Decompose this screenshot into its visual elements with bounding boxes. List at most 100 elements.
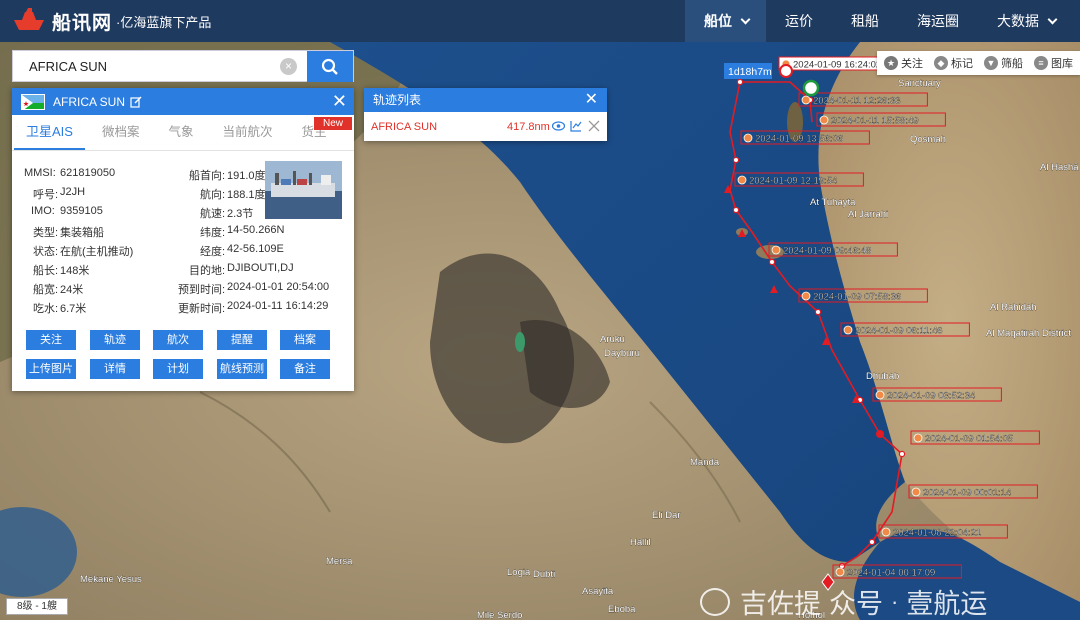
route-forecast-button[interactable]: 航线预测: [217, 359, 267, 379]
tab-satellite-ais[interactable]: 卫星AIS: [14, 115, 85, 150]
detail-key: 吃水:: [33, 303, 59, 315]
close-icon[interactable]: ✕: [332, 92, 347, 110]
timestamp-text: 2024-01-09 16:24:02: [793, 60, 881, 71]
timestamp-text: 2024-01-11 15:58:49: [831, 116, 919, 127]
detail-status: 状态: 在航(主机推动): [33, 243, 133, 259]
track-timestamp-label: 2024-01-09 00:01:14: [908, 484, 1038, 499]
detail-value: DJIBOUTI,DJ: [227, 262, 294, 274]
tool-filter[interactable]: ▼ 筛船: [984, 55, 1023, 71]
detail-value: 621819050: [60, 167, 116, 179]
ship-details: MMSI: 621819050 呼号: J2JH IMO: 9359105 类型: 集装…: [12, 151, 354, 323]
search-button[interactable]: [307, 51, 353, 82]
upload-photo-button[interactable]: 上传图片: [26, 359, 76, 379]
track-point: [732, 156, 740, 164]
site-logo[interactable]: 船讯网 ·亿海蓝旗下产品: [0, 0, 211, 42]
edit-icon[interactable]: [130, 96, 142, 108]
watermark-text: 壹航运: [906, 589, 988, 619]
tool-mark[interactable]: ◆ 标记: [934, 55, 973, 71]
watermark-separator: ·: [891, 588, 899, 614]
timestamp-text: 2024-01-09 00:01:14: [923, 488, 1011, 499]
voyage-button[interactable]: 航次: [153, 330, 203, 350]
ship-tabs: 卫星AIS 微档案 气象 当前航次 货主 New: [12, 115, 354, 151]
timestamp-text: 2024-01-09 06:11:46: [855, 326, 943, 337]
nav-label: 大数据: [997, 13, 1039, 29]
detail-imo: IMO: 9359105: [31, 205, 103, 217]
start-flag-icon: [802, 79, 820, 97]
duration-text: 1d18h7m: [728, 66, 772, 78]
search-input[interactable]: [13, 51, 280, 81]
timestamp-icon: [843, 325, 853, 335]
ship-name: AFRICA SUN: [53, 94, 126, 109]
eye-icon[interactable]: [552, 121, 565, 131]
detail-value: 6.7米: [60, 303, 87, 315]
chart-icon[interactable]: [570, 120, 582, 132]
ship-info-panel: AFRICA SUN ✕ 卫星AIS 微档案 气象 当前航次 货主 New MM…: [12, 88, 354, 391]
detail-course: 航向: 188.1度: [200, 186, 266, 202]
track-list-item[interactable]: AFRICA SUN 417.8nm: [364, 112, 607, 141]
detail-width: 船宽: 24米: [33, 281, 83, 297]
detail-longitude: 经度: 42-56.109E: [200, 243, 284, 259]
top-bar: 船讯网 ·亿海蓝旗下产品 船位 运价 租船 海运圈 大数据: [0, 0, 1080, 42]
logo-name: 船讯网: [52, 12, 113, 34]
detail-key: 更新时间:: [178, 303, 226, 315]
track-point: [868, 538, 876, 546]
tool-layers[interactable]: ≡ 图库: [1034, 55, 1073, 71]
close-icon[interactable]: ✕: [585, 88, 598, 112]
detail-key: 目的地:: [189, 265, 226, 277]
detail-key: 经度:: [200, 246, 226, 258]
wechat-logo-icon: [700, 587, 730, 616]
nav-shipping-circle[interactable]: 海运圈: [898, 0, 978, 42]
detail-key: 航速:: [200, 208, 226, 220]
ship-logo-icon: [12, 8, 46, 34]
tool-label: 筛船: [1001, 58, 1023, 70]
map-toolbar: ★ 关注 ◆ 标记 ▼ 筛船 ≡ 图库: [877, 51, 1080, 75]
djibouti-flag-icon: [21, 93, 45, 110]
tool-follow[interactable]: ★ 关注: [884, 55, 923, 71]
detail-key: 船首向:: [189, 170, 226, 182]
map-scale: 8级 - 1艘: [6, 598, 68, 615]
plan-button[interactable]: 计划: [153, 359, 203, 379]
details-button[interactable]: 详情: [90, 359, 140, 379]
track-timestamp-label: 2024-01-09 13:56:06: [740, 130, 870, 145]
archive-button[interactable]: 档案: [280, 330, 330, 350]
timestamp-icon: [737, 175, 747, 185]
watermark-text: 众号: [829, 589, 883, 619]
clear-icon[interactable]: ×: [280, 58, 297, 75]
watermark-text: 吉佐提: [740, 589, 821, 619]
detail-heading: 船首向: 191.0度: [189, 167, 266, 183]
detail-value: 2024-01-01 20:54:00: [227, 281, 330, 293]
notes-button[interactable]: 备注: [280, 359, 330, 379]
end-flag-icon: [779, 64, 793, 78]
detail-value: 2.3节: [227, 208, 254, 220]
nav-big-data[interactable]: 大数据: [978, 0, 1080, 42]
detail-value: 14-50.266N: [227, 224, 285, 236]
tab-weather[interactable]: 气象: [156, 115, 205, 150]
ship-photo[interactable]: [265, 161, 342, 219]
tab-current-voyage[interactable]: 当前航次: [211, 115, 285, 150]
tab-micro-profile[interactable]: 微档案: [90, 115, 152, 150]
chevron-down-icon: [1047, 14, 1058, 24]
detail-mmsi: MMSI: 621819050: [24, 167, 115, 179]
track-button[interactable]: 轨迹: [90, 330, 140, 350]
detail-value: 148米: [60, 265, 90, 277]
detail-draught: 吃水: 6.7米: [33, 300, 86, 316]
detail-key: 船宽:: [33, 284, 59, 296]
timestamp-icon: [819, 115, 829, 125]
timestamp-icon: [743, 133, 753, 143]
detail-value: 24米: [60, 284, 84, 296]
detail-value: 188.1度: [227, 189, 266, 201]
nav-chartering[interactable]: 租船: [832, 0, 898, 42]
nav-ship-position[interactable]: 船位: [685, 0, 766, 42]
track-point: [898, 450, 906, 458]
detail-value: 9359105: [60, 205, 103, 217]
track-timestamp-label: 2024-01-04 00:17:09: [832, 564, 962, 579]
detail-key: 纬度:: [200, 227, 226, 239]
delete-icon[interactable]: [588, 120, 600, 132]
detail-value: 集装箱船: [60, 227, 104, 239]
timestamp-text: 2024-01-09 12:19:54: [749, 176, 837, 187]
track-list-header: 轨迹列表 ✕: [364, 88, 607, 112]
alert-button[interactable]: 提醒: [217, 330, 267, 350]
follow-button[interactable]: 关注: [26, 330, 76, 350]
nav-freight[interactable]: 运价: [766, 0, 832, 42]
track-timestamp-label: 2024-01-09 12:19:54: [734, 172, 864, 187]
